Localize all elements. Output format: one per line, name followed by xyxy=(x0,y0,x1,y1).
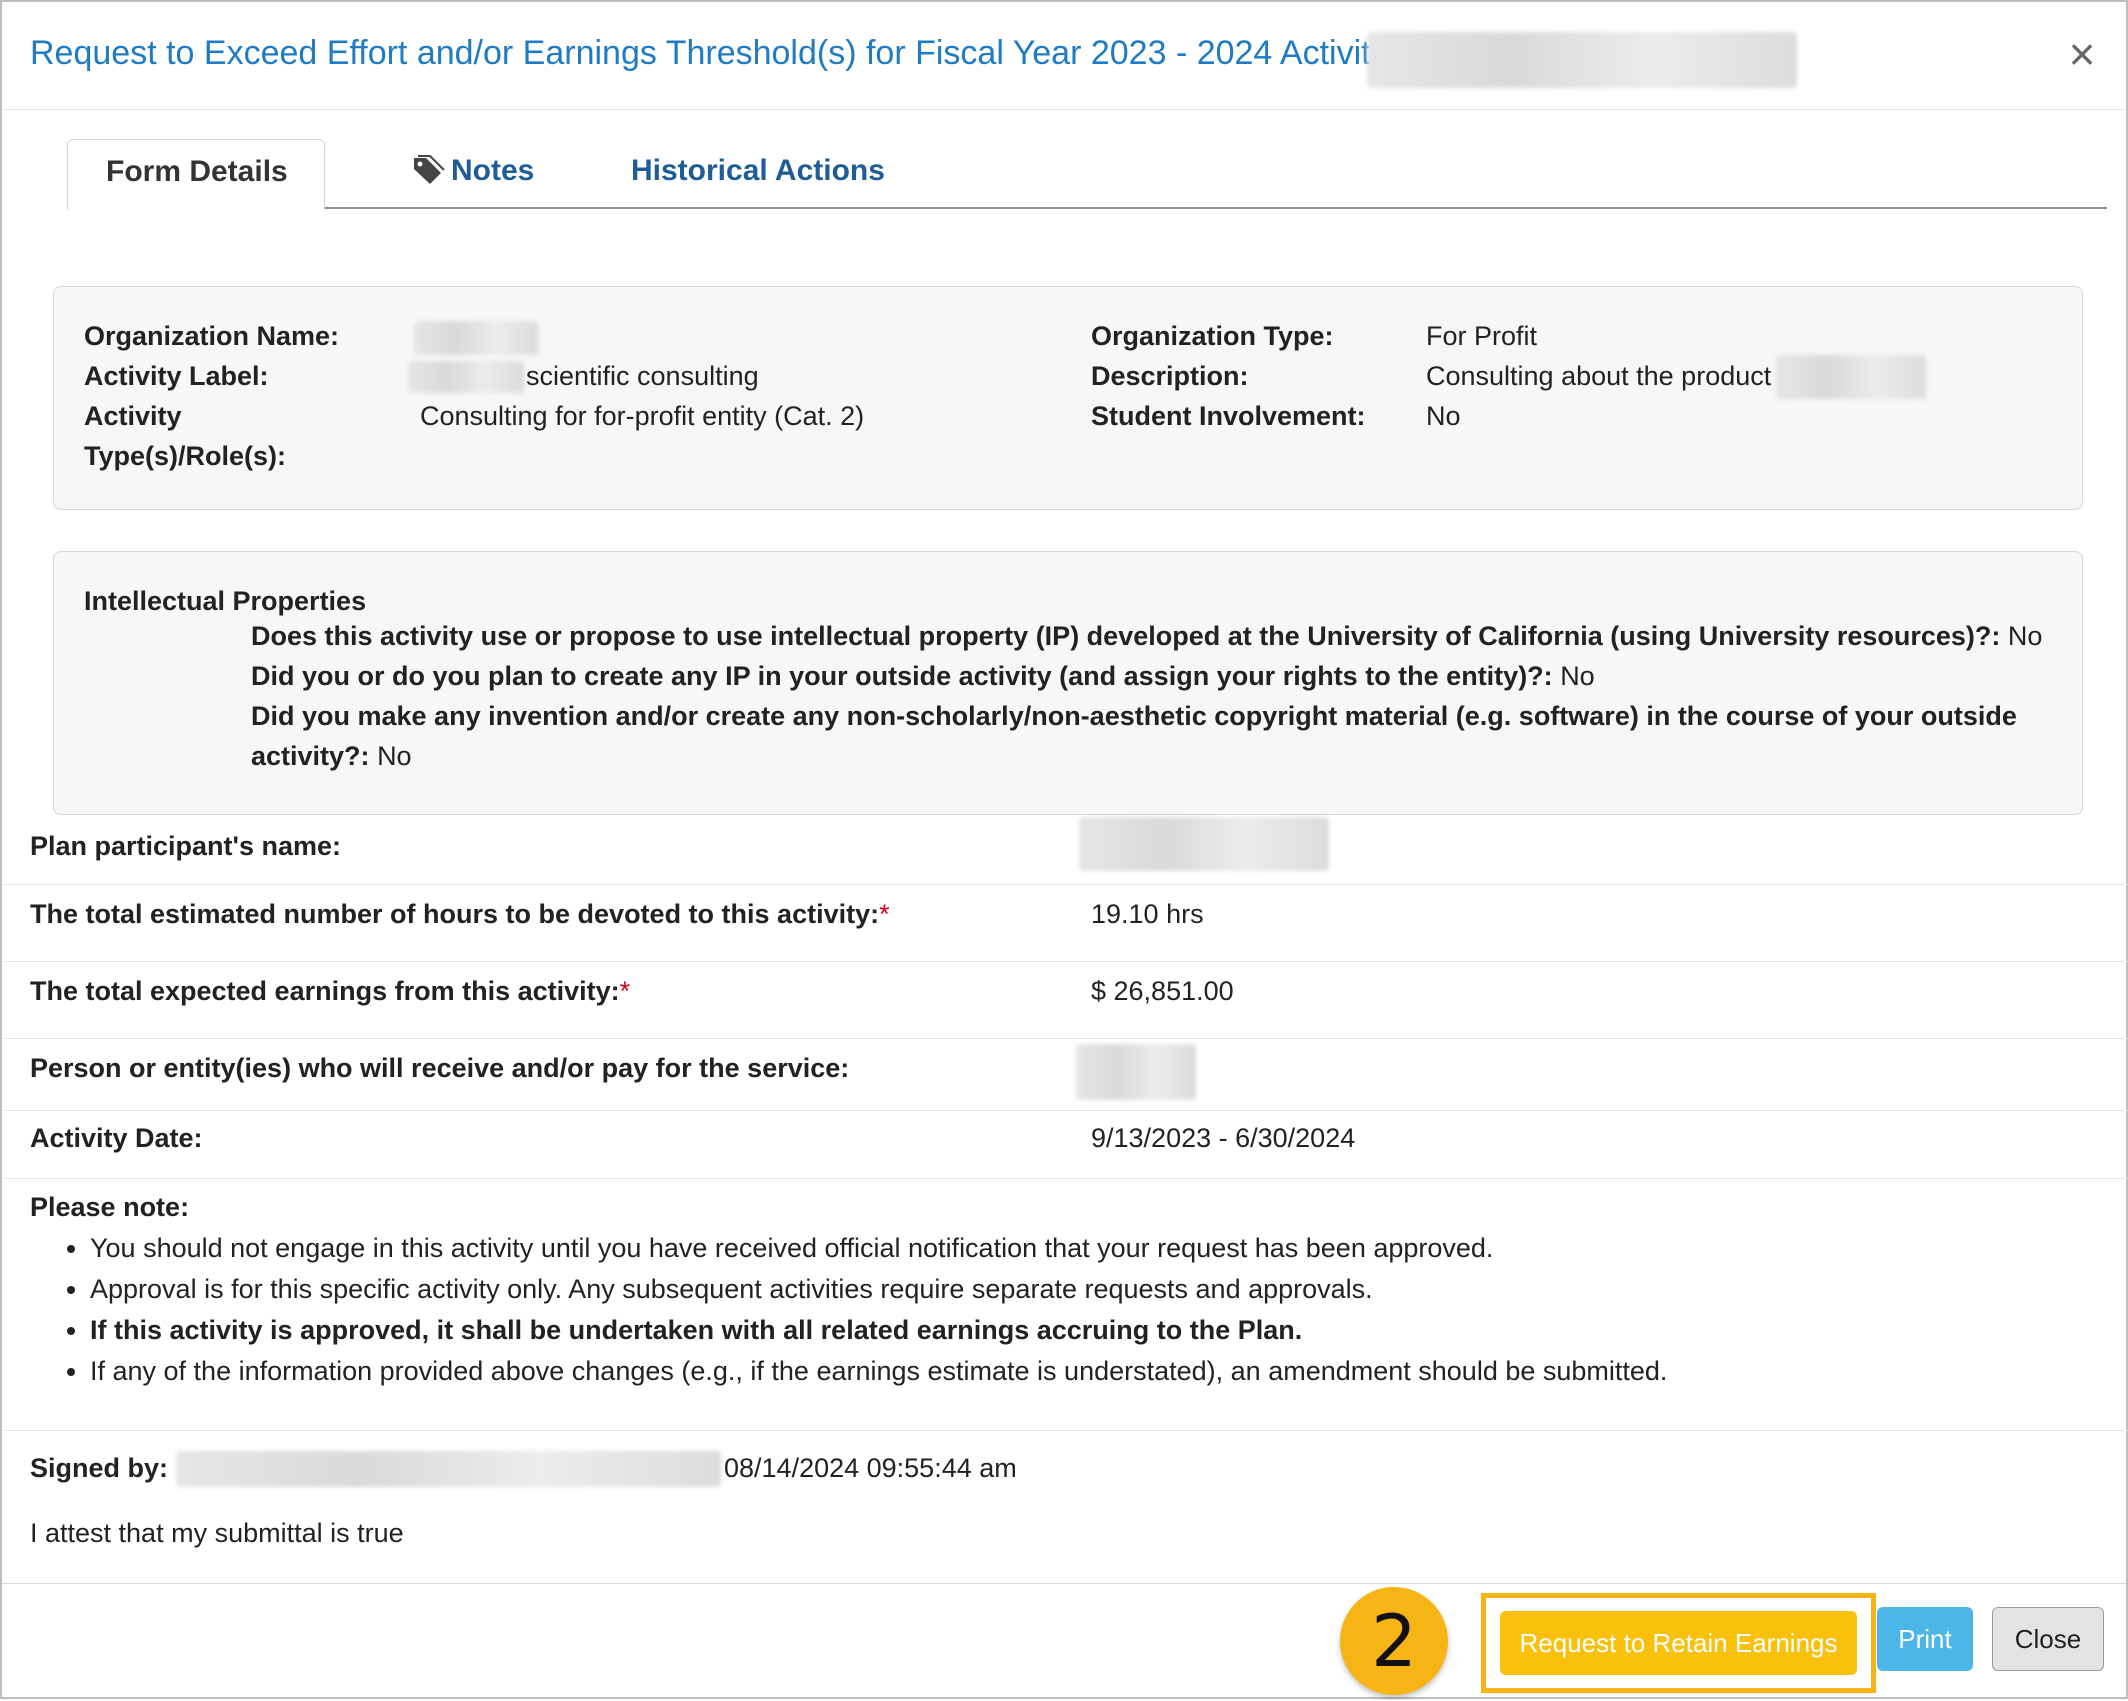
tab-historical-actions[interactable]: Historical Actions xyxy=(607,139,909,209)
redacted-participant-name xyxy=(1079,817,1329,871)
hours-row: The total estimated number of hours to b… xyxy=(4,885,2128,962)
org-name-label: Organization Name: xyxy=(84,321,340,351)
required-mark: * xyxy=(879,899,890,929)
note-item: If this activity is approved, it shall b… xyxy=(90,1310,1667,1351)
required-mark: * xyxy=(619,976,631,1006)
signed-by-label: Signed by: xyxy=(30,1453,169,1483)
earnings-label: The total expected earnings from this ac… xyxy=(30,976,630,1007)
redacted-activity-label xyxy=(408,361,524,393)
request-modal: Request to Exceed Effort and/or Earnings… xyxy=(0,0,2128,1699)
ip-question-2: Did you or do you plan to create any IP … xyxy=(251,656,2071,696)
note-item: You should not engage in this activity u… xyxy=(90,1228,1667,1269)
earnings-label-text: The total expected earnings from this ac… xyxy=(30,976,620,1006)
please-note-title: Please note: xyxy=(30,1192,190,1222)
activity-type-label-cont: Type(s)/Role(s): xyxy=(84,441,287,471)
activity-type-value: Consulting for for-profit entity (Cat. 2… xyxy=(420,401,865,431)
close-icon[interactable]: × xyxy=(2060,31,2104,77)
activity-label-label: Activity Label: xyxy=(84,361,269,391)
step-number-badge: 2 xyxy=(1340,1587,1448,1695)
ip-title: Intellectual Properties xyxy=(84,586,367,616)
tab-label: Notes xyxy=(451,154,535,187)
hours-label-text: The total estimated number of hours to b… xyxy=(30,899,880,929)
note-item: Approval is for this specific activity o… xyxy=(90,1269,1667,1310)
signed-timestamp: 08/14/2024 09:55:44 am xyxy=(724,1453,1017,1483)
activity-label-value: scientific consulting xyxy=(526,361,759,391)
participant-label: Plan participant's name: xyxy=(30,831,342,861)
payer-label: Person or entity(ies) who will receive a… xyxy=(30,1053,850,1083)
ip-question-3-text: Did you make any invention and/or create… xyxy=(251,701,2017,771)
ip-question-1-text: Does this activity use or propose to use… xyxy=(251,621,2001,651)
org-type-label: Organization Type: xyxy=(1091,321,1334,351)
signature-row: Signed by: 08/14/2024 09:55:44 am xyxy=(4,1430,2128,1520)
description-label: Description: xyxy=(1091,361,1249,391)
please-note-list: You should not engage in this activity u… xyxy=(62,1228,1667,1392)
close-button[interactable]: Close xyxy=(1992,1607,2104,1671)
earnings-value: $ 26,851.00 xyxy=(1091,976,1234,1006)
ip-question-3: Did you make any invention and/or create… xyxy=(251,696,2071,776)
intellectual-property-panel: Intellectual Properties Does this activi… xyxy=(53,551,2083,815)
tab-notes[interactable]: Notes xyxy=(387,139,558,209)
activity-type-label: Activity xyxy=(84,401,182,431)
modal-header: Request to Exceed Effort and/or Earnings… xyxy=(2,2,2126,110)
payer-row: Person or entity(ies) who will receive a… xyxy=(4,1039,2128,1111)
tab-bar: Form Details Notes Historical Actions xyxy=(67,139,2107,211)
activity-date-label: Activity Date: xyxy=(30,1123,203,1153)
org-type-value: For Profit xyxy=(1426,321,1538,351)
modal-title: Request to Exceed Effort and/or Earnings… xyxy=(30,34,1398,72)
redacted-org-name xyxy=(414,321,538,355)
hours-value: 19.10 hrs xyxy=(1091,899,1204,929)
redacted-activity-name xyxy=(1367,32,1797,88)
activity-date-value: 9/13/2023 - 6/30/2024 xyxy=(1091,1123,1356,1153)
redacted-payer-name xyxy=(1076,1044,1196,1100)
request-to-retain-earnings-button[interactable]: Request to Retain Earnings xyxy=(1500,1611,1857,1675)
description-value: Consulting about the product xyxy=(1426,361,1772,391)
redacted-signer-name xyxy=(176,1451,721,1487)
earnings-row: The total expected earnings from this ac… xyxy=(4,962,2128,1039)
tab-label: Form Details xyxy=(106,155,288,188)
ip-answer-3: No xyxy=(377,741,412,771)
organization-info-panel: Organization Name: Activity Label: scien… xyxy=(53,286,2083,510)
student-involvement-label: Student Involvement: xyxy=(1091,401,1366,431)
tag-icon xyxy=(414,155,445,184)
note-item: If any of the information provided above… xyxy=(90,1351,1667,1392)
attestation-text: I attest that my submittal is true xyxy=(30,1518,404,1548)
activity-date-row: Activity Date: 9/13/2023 - 6/30/2024 xyxy=(4,1111,2128,1179)
tab-form-details[interactable]: Form Details xyxy=(67,139,325,211)
participant-row: Plan participant's name: xyxy=(4,817,2128,885)
ip-answer-2: No xyxy=(1560,661,1595,691)
student-involvement-value: No xyxy=(1426,401,1461,431)
ip-question-2-text: Did you or do you plan to create any IP … xyxy=(251,661,1553,691)
ip-question-1: Does this activity use or propose to use… xyxy=(251,616,2071,656)
ip-answer-1: No xyxy=(2007,621,2043,651)
tab-label: Historical Actions xyxy=(631,154,885,187)
hours-label: The total estimated number of hours to b… xyxy=(30,899,890,930)
redacted-product-name xyxy=(1776,355,1926,399)
print-button[interactable]: Print xyxy=(1877,1607,1973,1671)
